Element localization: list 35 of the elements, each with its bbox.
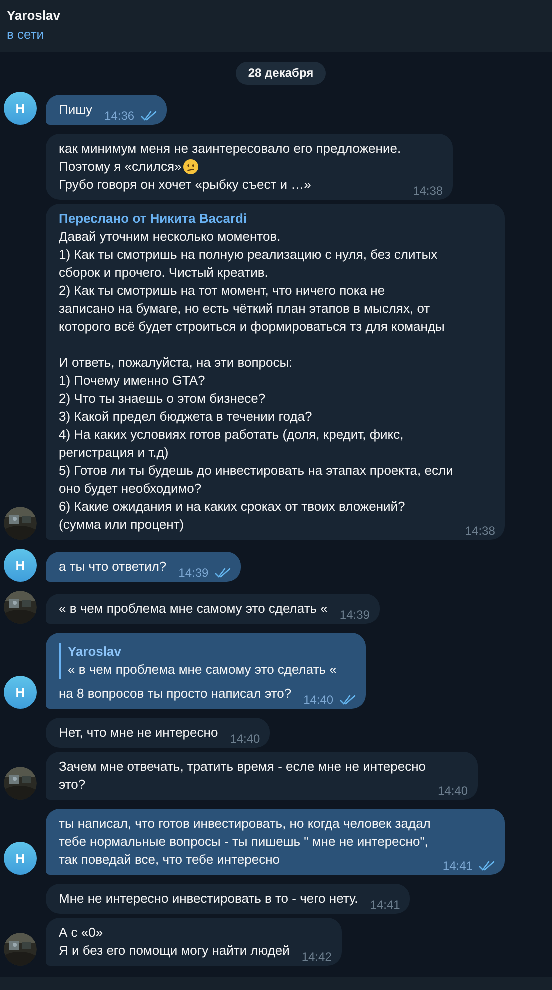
forwarded-header: Переслано от Никита Bacardi xyxy=(59,210,248,228)
message-time: 14:40 xyxy=(438,784,468,798)
message-text: как минимум меня не заинтересовало его предложение. xyxy=(59,140,402,158)
message-time: 14:41 xyxy=(370,898,400,912)
message-time: 14:39 xyxy=(178,566,209,580)
reply-text: « в чем проблема мне самому это сделать « xyxy=(68,661,337,679)
avatar[interactable]: Н xyxy=(4,842,37,875)
avatar[interactable]: Н xyxy=(4,676,37,709)
contact-name: Yaroslav xyxy=(7,8,60,24)
message-text: Давай уточним несколько моментов. 1) Как ты смотришь на полную реализацию с нуля, без слитых сборок и прочего. Чистый креатив. 2) Как ты смотришь на тот момент, что ничего пока не записано на бумаге, но есть чёткий план этапов в мыслях, от которого всё будет строиться и формироваться тз для команды И ответь, пожалуйста, на эти вопросы: 1) Почему именно GTA? 2) Что ты знаешь о этом бизнесе? 3) Какой предел бюджета в течении года? 4) На каких условиях готов работать (доля, кредит, фикс, регистрация и т.д) 5) Готов ли ты будешь до инвестировать на этапах проекта, если оно будет необходимо? 6) Какие ожидания и на каких сроках от твоих вложений? (сумма или процент) xyxy=(59,228,454,534)
date-badge: 28 декабря xyxy=(236,62,326,85)
message-time: 14:39 xyxy=(340,608,370,622)
message-time: 14:42 xyxy=(302,950,332,964)
reply-quote[interactable]: Yaroslav « в чем проблема мне самому это сделать « xyxy=(59,643,356,679)
message-text: Нет, что мне не интересно xyxy=(59,724,218,742)
message-time: 14:38 xyxy=(465,524,496,538)
online-status: в сети xyxy=(7,27,44,43)
message-text: « в чем проблема мне самому это сделать « xyxy=(59,600,328,618)
reply-author: Yaroslav xyxy=(68,643,122,661)
message-time: 14:36 xyxy=(104,109,135,123)
message-time: 14:40 xyxy=(304,693,334,707)
message-time: 14:40 xyxy=(230,732,260,746)
message-text: а ты что ответил? xyxy=(59,558,167,576)
message-text: Мне не интересно инвестировать в то - чего нету. xyxy=(59,890,358,908)
message-time: 14:41 xyxy=(442,859,473,873)
message-time: 14:38 xyxy=(413,184,444,198)
message-text: Пишу xyxy=(59,101,93,119)
message-text: на 8 вопросов ты просто написал это? xyxy=(59,685,292,703)
message-text: Грубо говоря он хочет «рыбку съест и …» xyxy=(59,176,312,194)
avatar[interactable]: Н xyxy=(4,92,37,125)
message-text: Зачем мне отвечать, тратить время - еслe мне не интересно это? xyxy=(59,758,426,794)
avatar[interactable]: Н xyxy=(4,549,37,582)
message-text: А с «0» Я и без его помощи могу найти людей xyxy=(59,924,290,960)
message-text: ты написал, что готов инвестировать, но когда человек задал тебе нормальные вопросы - ты пишешь " мне не интересно", так поведай все, что тебе интересно xyxy=(59,815,431,869)
message-text: Поэтому я «слился» xyxy=(59,158,182,176)
